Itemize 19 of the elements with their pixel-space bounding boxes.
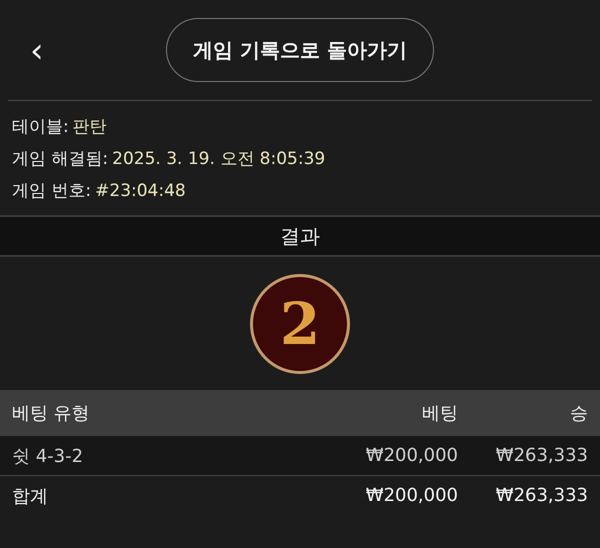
table-cell-text: ₩200,000 [364, 445, 458, 466]
table-cell-text: 합계 [12, 484, 49, 508]
column-header: 베팅 [421, 402, 458, 425]
table-cell-text: ₩200,000 [364, 485, 458, 506]
column-header: 베팅 유형 [12, 402, 91, 425]
info-label: 테이블: [12, 116, 69, 139]
info-value: 판탄 [72, 116, 107, 139]
table-cell-text: 쉿 4-3-2 [12, 444, 84, 468]
info-label: 게임 해결됨: [12, 148, 108, 171]
back-to-history-button[interactable]: 게임 기록으로 돌아가기 [166, 18, 434, 82]
column-header: 승 [569, 402, 588, 425]
result-ball: 2 [250, 274, 350, 374]
table-cell-text: ₩263,333 [494, 445, 588, 466]
table-cell-text: ₩263,333 [494, 485, 588, 506]
back-button[interactable]: ‹ [26, 40, 48, 62]
info-value: #23:04:48 [95, 180, 186, 203]
info-label: 게임 번호: [12, 180, 92, 203]
info-value: 2025. 3. 19. 오전 8:05:39 [112, 148, 326, 171]
result-header: 결과 [0, 217, 600, 257]
